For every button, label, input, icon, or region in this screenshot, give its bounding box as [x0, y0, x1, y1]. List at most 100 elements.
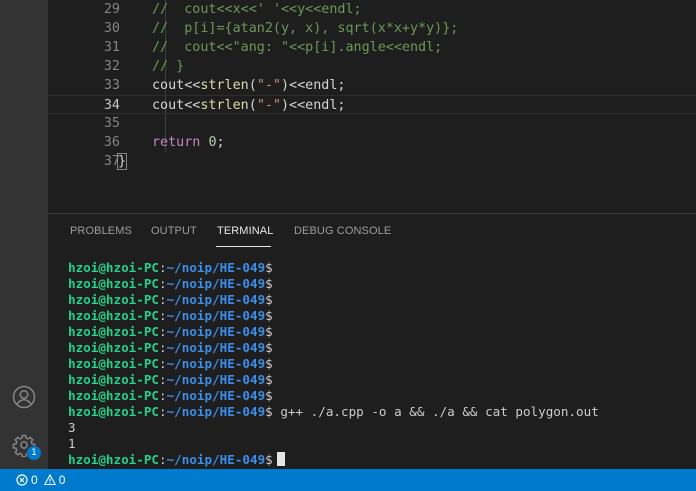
terminal-prompt-line: hzoi@hzoi-PC:~/noip/HE-049$	[68, 260, 688, 276]
prompt-symbol: $	[265, 452, 273, 467]
prompt-symbol: $	[265, 388, 273, 403]
prompt-user: hzoi@hzoi-PC	[68, 372, 159, 387]
code-line[interactable]: 29 // cout<<x<<' '<<y<<endl;	[48, 0, 696, 19]
terminal-command: g++ ./a.cpp -o a && ./a && cat polygon.o…	[272, 404, 599, 419]
code-editor[interactable]: 29 // cout<<x<<' '<<y<<endl; 30 // p[i]={at…	[48, 0, 696, 213]
line-number: 34	[103, 98, 120, 113]
panel-tabs: PROBLEMS OUTPUT TERMINAL DEBUG CONSOLE	[48, 214, 696, 250]
code-token: strlen	[200, 98, 249, 113]
prompt-user: hzoi@hzoi-PC	[68, 308, 159, 323]
prompt-path: ~/noip/HE-049	[166, 324, 266, 339]
warning-count: 0	[58, 473, 66, 487]
prompt-symbol: $	[265, 276, 273, 291]
line-number: 32	[103, 59, 120, 74]
prompt-colon: :	[159, 388, 167, 403]
code-token: cout<<	[152, 78, 201, 93]
code-token: "-"	[256, 78, 281, 93]
tab-output[interactable]: OUTPUT	[151, 225, 197, 237]
line-number: 33	[103, 78, 120, 93]
code-token: }	[116, 153, 128, 170]
code-token: "-"	[256, 98, 281, 113]
prompt-path: ~/noip/HE-049	[166, 356, 266, 371]
active-tab-indicator	[216, 246, 271, 247]
status-bar: 0 0	[0, 469, 696, 491]
line-number: 35	[103, 116, 120, 131]
prompt-colon: :	[159, 308, 167, 323]
activity-bar: 1	[0, 0, 48, 469]
prompt-symbol: $	[265, 324, 273, 339]
tab-problems[interactable]: PROBLEMS	[70, 225, 132, 237]
code-line[interactable]: 30 // p[i]={atan2(y, x), sqrt(x*x+y*y)};	[48, 19, 696, 38]
prompt-path: ~/noip/HE-049	[166, 260, 266, 275]
prompt-colon: :	[159, 340, 167, 355]
code-token: // }	[152, 59, 185, 74]
code-text: cout<<strlen("-")<<endl;	[152, 76, 346, 95]
code-token: strlen	[200, 78, 249, 93]
code-token: return	[152, 135, 201, 150]
code-line[interactable]: 35	[48, 114, 696, 133]
code-token: )<<endl;	[281, 98, 346, 113]
prompt-colon: :	[159, 356, 167, 371]
prompt-colon: :	[159, 276, 167, 291]
code-line[interactable]: 31 // cout<<"ang: "<<p[i].angle<<endl;	[48, 38, 696, 57]
prompt-user: hzoi@hzoi-PC	[68, 324, 159, 339]
tab-terminal[interactable]: TERMINAL	[217, 225, 273, 237]
code-line[interactable]: 33 cout<<strlen("-")<<endl;	[48, 76, 696, 95]
error-count: 0	[31, 473, 38, 487]
code-text: return 0;	[152, 133, 225, 152]
account-icon[interactable]	[12, 385, 36, 409]
code-text: // cout<<x<<' '<<y<<endl;	[152, 0, 362, 19]
terminal-output-text: 3	[68, 420, 76, 435]
prompt-symbol: $	[265, 356, 273, 371]
terminal-output[interactable]: hzoi@hzoi-PC:~/noip/HE-049$ hzoi@hzoi-PC:…	[68, 260, 688, 468]
tab-debug-console[interactable]: DEBUG CONSOLE	[294, 225, 391, 237]
prompt-path: ~/noip/HE-049	[166, 308, 266, 323]
prompt-symbol: $	[265, 260, 273, 275]
prompt-colon: :	[159, 372, 167, 387]
prompt-colon: :	[159, 452, 167, 467]
prompt-path: ~/noip/HE-049	[166, 340, 266, 355]
terminal-prompt-line: hzoi@hzoi-PC:~/noip/HE-049$ g++ ./a.cpp …	[68, 404, 688, 420]
prompt-symbol: $	[265, 372, 273, 387]
code-token: (	[248, 98, 257, 113]
line-number: 36	[103, 135, 120, 150]
terminal-prompt-line: hzoi@hzoi-PC:~/noip/HE-049$	[68, 324, 688, 340]
terminal-output-line: 3	[68, 420, 688, 436]
code-token: 0	[208, 135, 217, 150]
terminal-prompt-line: hzoi@hzoi-PC:~/noip/HE-049$	[68, 452, 688, 468]
terminal-prompt-line: hzoi@hzoi-PC:~/noip/HE-049$	[68, 356, 688, 372]
prompt-path: ~/noip/HE-049	[166, 388, 266, 403]
code-text: cout<<strlen("-")<<endl;	[152, 96, 346, 115]
terminal-prompt-line: hzoi@hzoi-PC:~/noip/HE-049$	[68, 292, 688, 308]
warning-icon	[43, 474, 56, 486]
prompt-user: hzoi@hzoi-PC	[68, 404, 159, 419]
prompt-colon: :	[159, 292, 167, 307]
terminal-prompt-line: hzoi@hzoi-PC:~/noip/HE-049$	[68, 372, 688, 388]
error-icon	[16, 474, 28, 486]
line-number: 31	[103, 40, 120, 55]
line-number: 37	[103, 154, 120, 169]
code-token: (	[248, 78, 257, 93]
prompt-symbol: $	[265, 292, 273, 307]
problems-status[interactable]: 0 0	[16, 469, 65, 491]
prompt-colon: :	[159, 404, 167, 419]
code-token: // cout<<"ang: "<<p[i].angle<<endl;	[152, 40, 443, 55]
terminal-prompt-line: hzoi@hzoi-PC:~/noip/HE-049$	[68, 276, 688, 292]
prompt-symbol: $	[265, 340, 273, 355]
prompt-symbol: $	[265, 308, 273, 323]
code-line[interactable]: 34 cout<<strlen("-")<<endl;	[48, 95, 696, 114]
terminal-cursor	[276, 452, 285, 466]
line-number: 30	[103, 21, 120, 36]
code-token: )<<endl;	[281, 78, 346, 93]
prompt-user: hzoi@hzoi-PC	[68, 452, 159, 467]
terminal-prompt-line: hzoi@hzoi-PC:~/noip/HE-049$	[68, 308, 688, 324]
code-line[interactable]: 37}	[48, 152, 696, 171]
code-line[interactable]: 32 // }	[48, 57, 696, 76]
bottom-panel: PROBLEMS OUTPUT TERMINAL DEBUG CONSOLE h…	[48, 213, 696, 469]
prompt-user: hzoi@hzoi-PC	[68, 260, 159, 275]
code-line[interactable]: 36 return 0;	[48, 133, 696, 152]
prompt-colon: :	[159, 260, 167, 275]
line-number: 29	[103, 2, 120, 17]
code-token: cout<<	[152, 98, 201, 113]
terminal-prompt-line: hzoi@hzoi-PC:~/noip/HE-049$	[68, 388, 688, 404]
